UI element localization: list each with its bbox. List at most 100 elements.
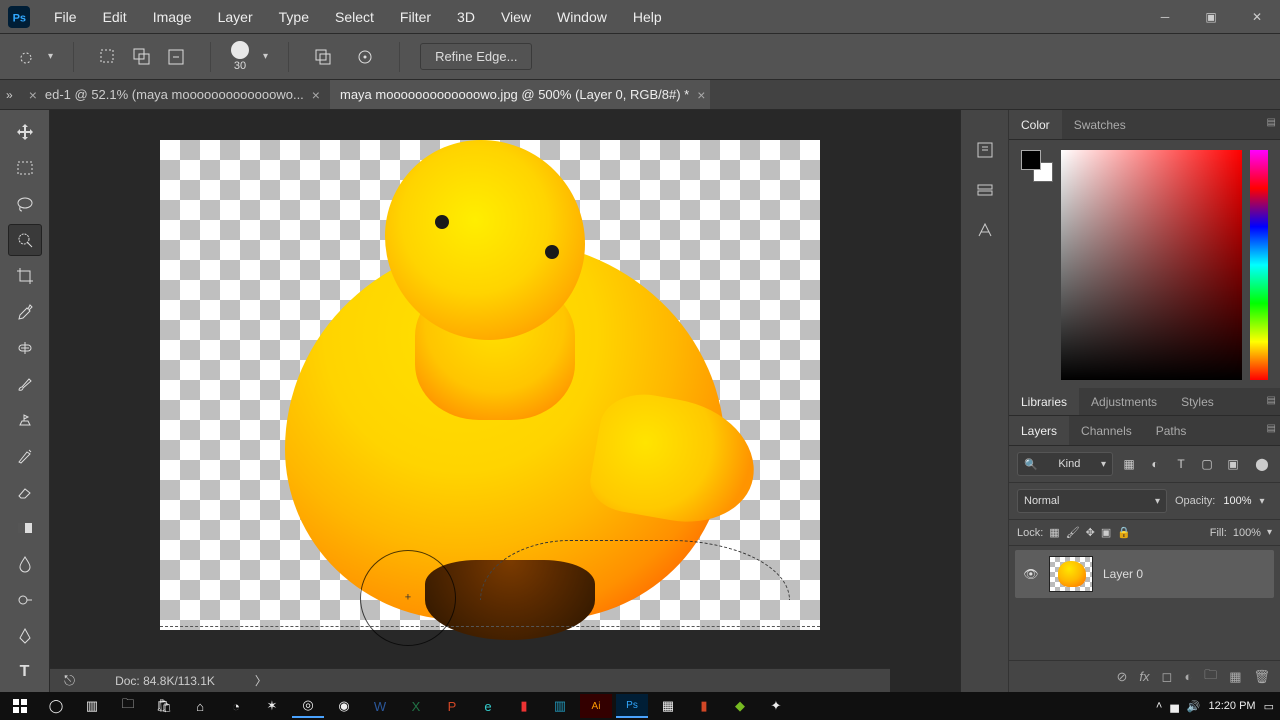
dodge-tool[interactable] bbox=[8, 584, 42, 616]
gradient-tool[interactable] bbox=[8, 512, 42, 544]
menu-3d[interactable]: 3D bbox=[445, 3, 487, 31]
powerpoint-icon[interactable]: P bbox=[436, 694, 468, 718]
share-icon[interactable]: ⎋ bbox=[64, 672, 75, 689]
panel-menu-icon[interactable]: ▤ bbox=[1267, 423, 1276, 434]
tray-chevron-icon[interactable]: ˄ bbox=[1156, 700, 1162, 712]
character-panel-icon[interactable] bbox=[975, 220, 995, 240]
tab-styles[interactable]: Styles bbox=[1169, 388, 1226, 415]
tab-channels[interactable]: Channels bbox=[1069, 416, 1144, 445]
refine-edge-button[interactable]: Refine Edge... bbox=[420, 43, 532, 70]
minimize-button[interactable]: ─ bbox=[1142, 0, 1188, 34]
quick-selection-tool[interactable] bbox=[8, 224, 42, 256]
layer-name[interactable]: Layer 0 bbox=[1103, 567, 1143, 581]
panel-menu-icon[interactable]: ▤ bbox=[1267, 117, 1276, 128]
lock-image-icon[interactable]: 🖌 bbox=[1066, 526, 1080, 539]
tab-swatches[interactable]: Swatches bbox=[1062, 110, 1138, 139]
properties-panel-icon[interactable] bbox=[975, 180, 995, 200]
lock-transparent-icon[interactable]: ▦ bbox=[1049, 526, 1059, 539]
photoshop-taskbar-icon[interactable]: Ps bbox=[616, 694, 648, 718]
history-brush-tool[interactable] bbox=[8, 440, 42, 472]
lock-position-icon[interactable]: ✥ bbox=[1086, 526, 1095, 539]
visibility-toggle-icon[interactable]: 👁 bbox=[1023, 567, 1039, 581]
tray-time[interactable]: 12:20 PM bbox=[1209, 700, 1256, 712]
panel-menu-icon[interactable]: ▤ bbox=[1267, 395, 1276, 406]
eyedropper-tool[interactable] bbox=[8, 296, 42, 328]
eraser-tool[interactable] bbox=[8, 476, 42, 508]
start-button[interactable] bbox=[4, 694, 36, 718]
delete-layer-icon[interactable]: 🗑 bbox=[1253, 669, 1270, 685]
filter-toggle-icon[interactable]: ⬤ bbox=[1252, 454, 1272, 474]
layer-item[interactable]: 👁 Layer 0 bbox=[1015, 550, 1274, 598]
history-panel-icon[interactable] bbox=[975, 140, 995, 160]
menu-edit[interactable]: Edit bbox=[91, 3, 139, 31]
sample-all-layers-button[interactable] bbox=[309, 43, 337, 71]
hue-slider[interactable] bbox=[1250, 150, 1268, 380]
brush-tool[interactable] bbox=[8, 368, 42, 400]
tab-layers[interactable]: Layers bbox=[1009, 416, 1069, 445]
close-icon[interactable]: × bbox=[697, 87, 705, 103]
menu-file[interactable]: File bbox=[42, 3, 89, 31]
subtract-from-selection-button[interactable] bbox=[162, 43, 190, 71]
tool-preset-button[interactable] bbox=[14, 43, 42, 71]
notifications-icon[interactable]: ▭ bbox=[1264, 700, 1274, 713]
lock-all-icon[interactable]: 🔒 bbox=[1117, 526, 1131, 539]
chrome-icon[interactable]: ◎ bbox=[292, 694, 324, 718]
chevron-down-icon[interactable]: ▾ bbox=[48, 51, 53, 62]
move-tool[interactable] bbox=[8, 116, 42, 148]
canvas-viewport[interactable] bbox=[50, 110, 960, 692]
steam-icon[interactable]: ◉ bbox=[328, 694, 360, 718]
menu-filter[interactable]: Filter bbox=[388, 3, 443, 31]
new-selection-button[interactable] bbox=[94, 43, 122, 71]
cortana-icon[interactable]: ◯ bbox=[40, 694, 72, 718]
tab-overflow-icon[interactable]: » bbox=[0, 80, 19, 109]
layer-fx-icon[interactable]: fx bbox=[1139, 669, 1149, 684]
document-tab[interactable]: × ed-1 @ 52.1% (maya mooooooooooooowo...… bbox=[19, 80, 330, 109]
app-icon[interactable]: ▮ bbox=[508, 694, 540, 718]
crop-tool[interactable] bbox=[8, 260, 42, 292]
canvas[interactable] bbox=[160, 140, 820, 630]
tab-adjustments[interactable]: Adjustments bbox=[1079, 388, 1169, 415]
document-tab-active[interactable]: maya mooooooooooooowo.jpg @ 500% (Layer … bbox=[330, 80, 710, 109]
menu-help[interactable]: Help bbox=[621, 3, 674, 31]
foreground-background-swatch[interactable] bbox=[1021, 150, 1053, 182]
app-icon[interactable]: ▥ bbox=[544, 694, 576, 718]
new-layer-icon[interactable]: ▦ bbox=[1229, 669, 1241, 685]
clone-stamp-tool[interactable] bbox=[8, 404, 42, 436]
blur-tool[interactable] bbox=[8, 548, 42, 580]
app-icon[interactable]: ▦ bbox=[652, 694, 684, 718]
filter-smart-icon[interactable]: ▣ bbox=[1223, 454, 1243, 474]
lock-artboard-icon[interactable]: ▣ bbox=[1101, 526, 1111, 539]
layer-mask-icon[interactable]: ◻ bbox=[1162, 669, 1173, 685]
word-icon[interactable]: W bbox=[364, 694, 396, 718]
menu-image[interactable]: Image bbox=[141, 3, 204, 31]
chevron-down-icon[interactable]: ▾ bbox=[1260, 496, 1265, 507]
tab-color[interactable]: Color bbox=[1009, 110, 1062, 139]
menu-layer[interactable]: Layer bbox=[206, 3, 265, 31]
foreground-color-swatch[interactable] bbox=[1021, 150, 1041, 170]
healing-brush-tool[interactable] bbox=[8, 332, 42, 364]
blend-mode-select[interactable]: Normal ▾ bbox=[1017, 489, 1167, 513]
menu-select[interactable]: Select bbox=[323, 3, 386, 31]
app-icon[interactable]: ✦ bbox=[760, 694, 792, 718]
chevron-down-icon[interactable]: ▾ bbox=[263, 51, 268, 62]
layer-group-icon[interactable]: 🗀 bbox=[1204, 666, 1217, 688]
add-to-selection-button[interactable] bbox=[128, 43, 156, 71]
collapse-panels-icon[interactable]: ◂◂ bbox=[1264, 80, 1274, 81]
filter-pixel-icon[interactable]: ▦ bbox=[1119, 454, 1139, 474]
menu-type[interactable]: Type bbox=[267, 3, 321, 31]
pen-tool[interactable] bbox=[8, 620, 42, 652]
excel-icon[interactable]: X bbox=[400, 694, 432, 718]
store-icon[interactable]: 🛍 bbox=[148, 694, 180, 718]
file-explorer-icon[interactable]: 🗀 bbox=[112, 694, 144, 718]
network-icon[interactable]: ▅ bbox=[1170, 700, 1178, 713]
app-icon[interactable]: ▮ bbox=[688, 694, 720, 718]
app-icon[interactable]: ◆ bbox=[724, 694, 756, 718]
home-icon[interactable]: ⌂ bbox=[184, 694, 216, 718]
type-tool[interactable]: T bbox=[8, 656, 42, 688]
brush-preview[interactable]: 30 bbox=[231, 41, 249, 72]
auto-enhance-button[interactable] bbox=[351, 43, 379, 71]
app-icon[interactable]: ✶ bbox=[256, 694, 288, 718]
close-icon[interactable]: × bbox=[312, 87, 320, 103]
illustrator-icon[interactable]: Ai bbox=[580, 694, 612, 718]
edge-icon[interactable]: e bbox=[472, 694, 504, 718]
